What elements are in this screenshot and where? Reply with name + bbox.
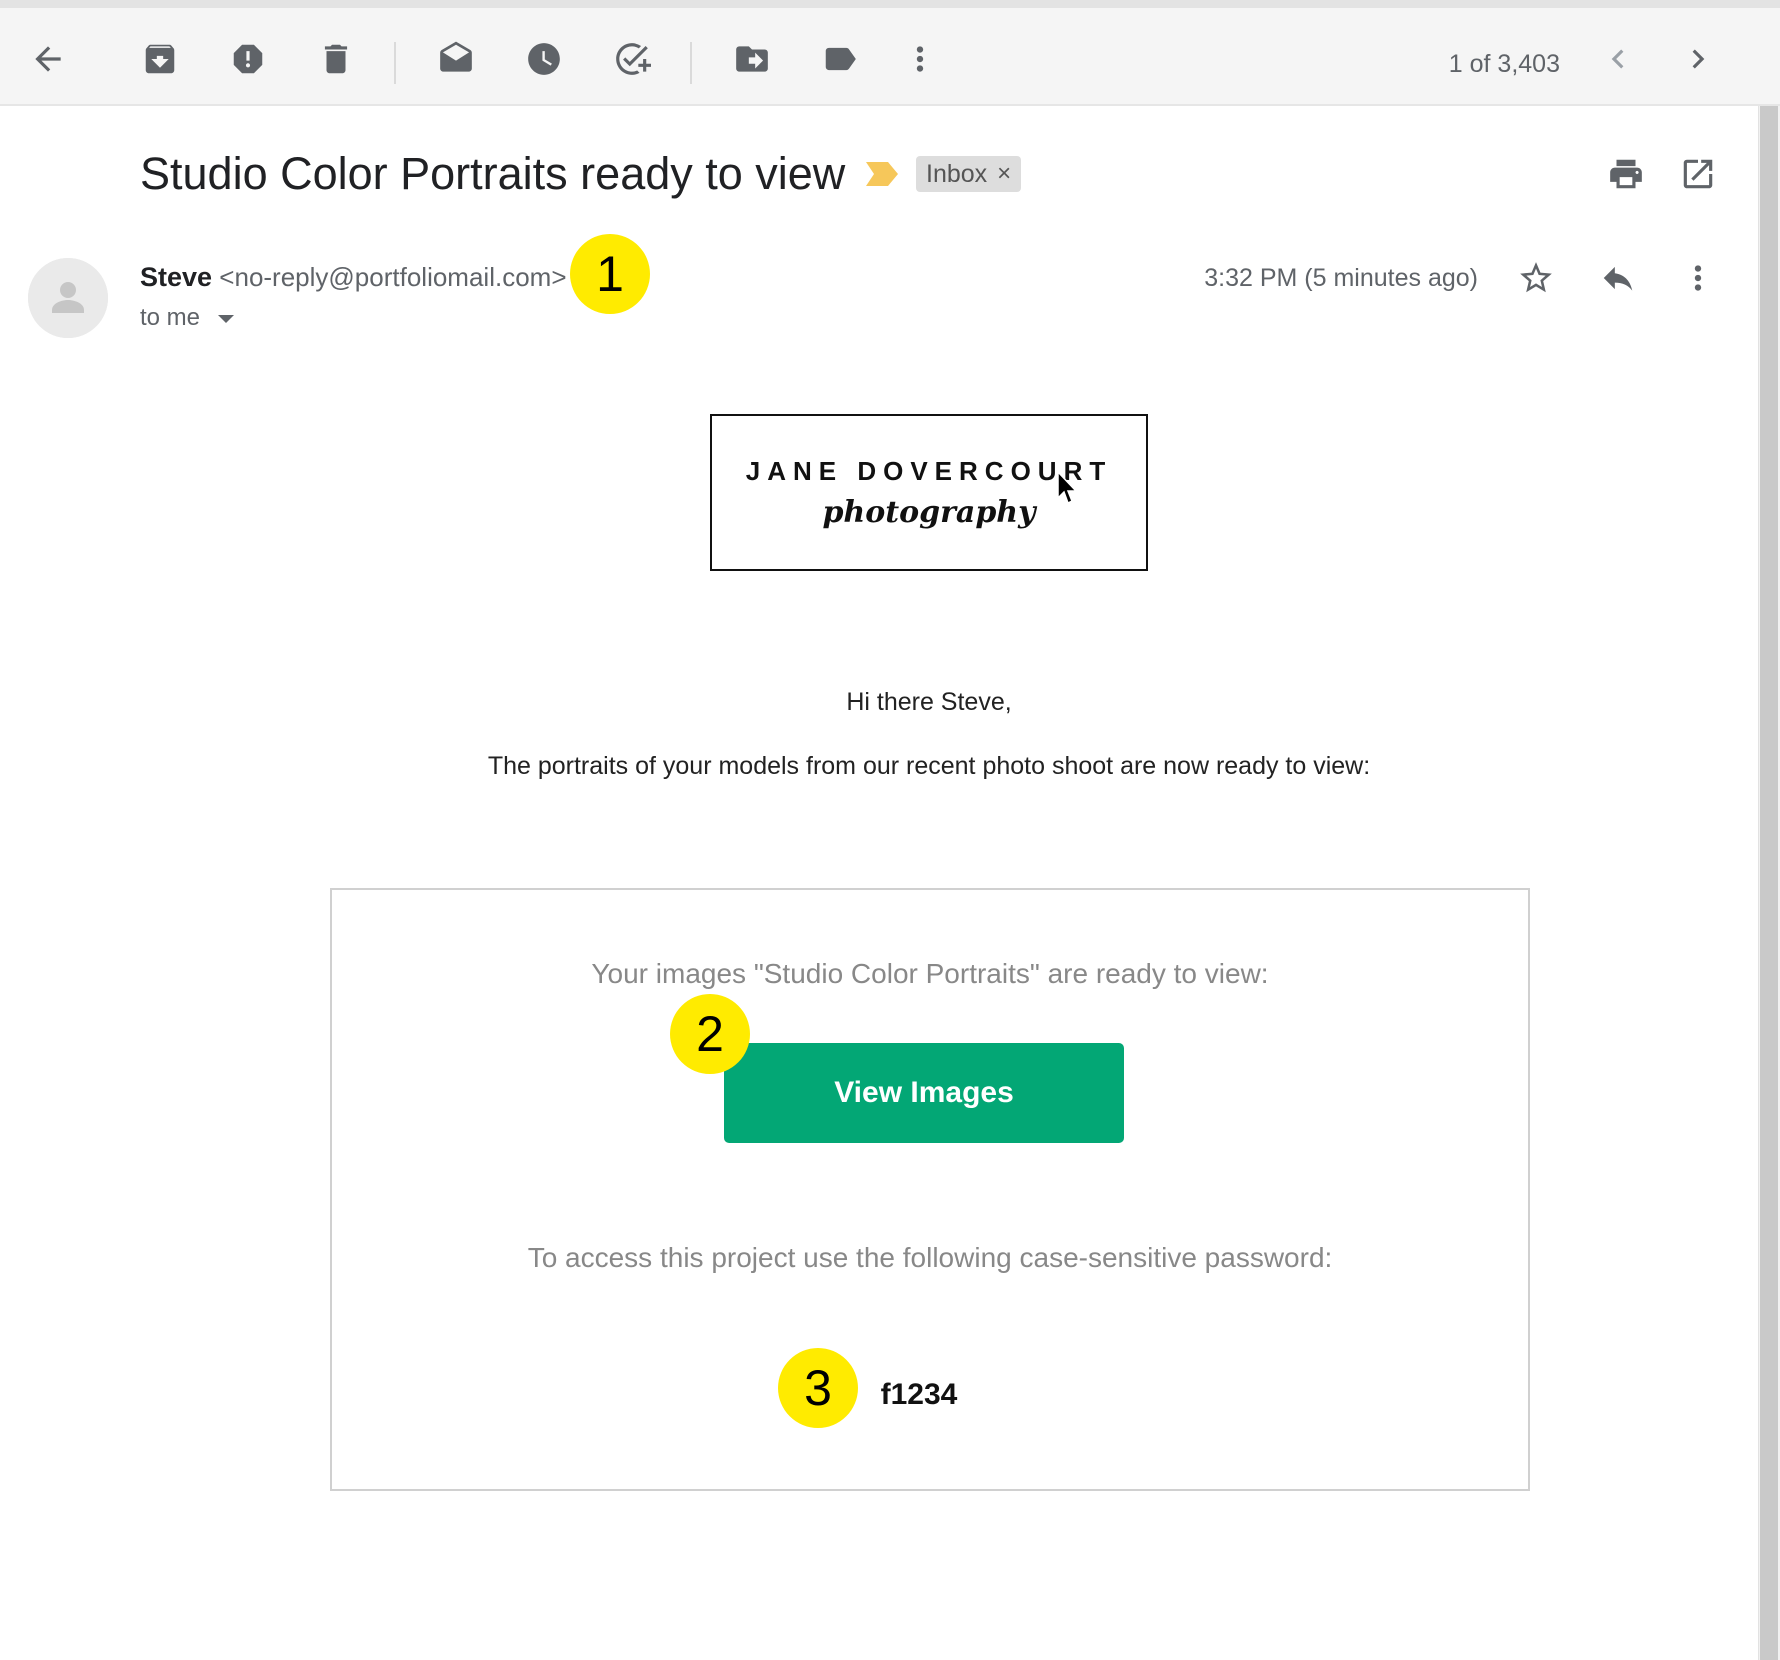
password-label: To access this project use the following… (527, 1242, 1333, 1273)
back-arrow-icon[interactable] (20, 31, 76, 87)
message-timestamp: 3:32 PM (5 minutes ago) (1204, 264, 1478, 292)
message-more-vert-icon[interactable] (1672, 252, 1724, 304)
password-value: f1234 (880, 1378, 958, 1411)
intro-text: The portraits of your models from our re… (487, 752, 1371, 780)
toolbar: 1 of 3,403 (0, 0, 1780, 106)
more-vert-icon[interactable] (892, 31, 948, 87)
callout-badge-1: 1 (570, 234, 650, 314)
importance-marker-icon[interactable] (866, 162, 898, 186)
email-subject: Studio Color Portraits ready to view (140, 148, 846, 199)
photographer-logo: JANE DOVERCOURT photography (710, 414, 1148, 571)
callout-badge-2: 2 (670, 994, 750, 1074)
delete-icon[interactable] (308, 31, 364, 87)
recipient-text: to me (140, 304, 201, 331)
label-icon[interactable] (812, 31, 868, 87)
archive-icon[interactable] (132, 31, 188, 87)
scrollbar-thumb[interactable] (1760, 106, 1778, 1660)
greeting-text: Hi there Steve, (846, 688, 1012, 716)
view-images-button[interactable]: View Images (724, 1043, 1124, 1143)
remove-label-icon[interactable]: × (997, 160, 1011, 188)
add-task-icon[interactable] (604, 31, 660, 87)
image-access-card: Your images "Studio Color Portraits" are… (330, 888, 1530, 1491)
sender-line: Steve <no-reply@portfoliomail.com> (140, 262, 567, 293)
inbox-label-text: Inbox (926, 159, 988, 188)
chevron-right-icon[interactable] (1670, 31, 1726, 87)
reply-icon[interactable] (1592, 252, 1644, 304)
caret-down-icon (218, 315, 235, 323)
print-icon[interactable] (1600, 148, 1652, 200)
sender-name[interactable]: Steve (140, 262, 212, 292)
report-spam-icon[interactable] (220, 31, 276, 87)
chevron-left-icon[interactable] (1590, 31, 1646, 87)
card-heading: Your images "Studio Color Portraits" are… (591, 958, 1269, 989)
recipient-details-toggle[interactable]: to me (140, 304, 235, 332)
mark-unread-icon[interactable] (428, 31, 484, 87)
avatar[interactable] (28, 258, 108, 338)
snooze-icon[interactable] (516, 31, 572, 87)
logo-tagline: photography (822, 495, 1036, 530)
mouse-cursor-icon (1057, 471, 1078, 505)
sender-email: <no-reply@portfoliomail.com> (219, 262, 567, 292)
page-count: 1 of 3,403 (1448, 50, 1560, 78)
inbox-label-chip: Inbox × (916, 156, 1022, 192)
logo-brand-name: JANE DOVERCOURT (745, 456, 1113, 486)
person-icon (28, 258, 108, 338)
star-icon[interactable] (1510, 252, 1562, 304)
toolbar-divider (690, 42, 692, 84)
callout-badge-3: 3 (778, 1348, 858, 1428)
move-to-icon[interactable] (724, 31, 780, 87)
toolbar-divider (394, 42, 396, 84)
open-in-new-window-icon[interactable] (1672, 148, 1724, 200)
